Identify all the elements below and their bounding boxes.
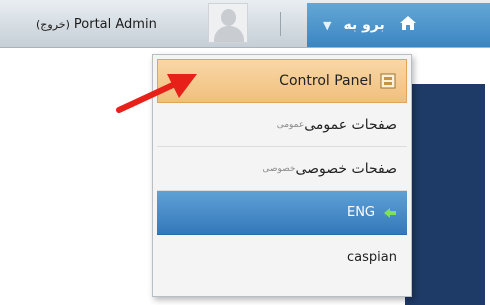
goto-menu-button[interactable]: ▼ برو به bbox=[307, 3, 490, 47]
menu-item-label: صفحات خصوصی bbox=[295, 160, 398, 177]
avatar[interactable] bbox=[208, 3, 248, 43]
menu-item-label: caspian bbox=[347, 249, 397, 265]
page-content-panel bbox=[405, 84, 485, 305]
menu-item-private-pages[interactable]: خصوصی صفحات خصوصی bbox=[157, 147, 407, 191]
chevron-down-icon: ▼ bbox=[323, 18, 332, 32]
avatar-head bbox=[221, 9, 236, 26]
divider bbox=[280, 12, 281, 36]
home-icon bbox=[399, 15, 417, 35]
user-link[interactable]: (خروج) Portal Admin bbox=[36, 0, 157, 48]
control-panel-icon bbox=[380, 73, 396, 89]
logout-link[interactable]: (خروج) bbox=[36, 18, 70, 31]
top-bar: (خروج) Portal Admin ▼ برو به bbox=[0, 0, 490, 48]
arrow-left-icon bbox=[383, 207, 397, 219]
user-name[interactable]: Portal Admin bbox=[74, 17, 157, 32]
menu-item-label: صفحات عمومی bbox=[304, 116, 397, 133]
goto-label: برو به bbox=[343, 17, 385, 33]
menu-item-caspian[interactable]: caspian bbox=[157, 235, 407, 279]
red-arrow-icon bbox=[116, 74, 197, 113]
menu-item-label: ENG bbox=[346, 205, 375, 220]
menu-item-label: Control Panel bbox=[279, 73, 372, 89]
menu-item-language-eng[interactable]: ENG bbox=[157, 191, 407, 235]
menu-item-sublabel: عمومی bbox=[276, 119, 305, 130]
menu-item-sublabel: خصوصی bbox=[262, 163, 296, 174]
avatar-body bbox=[214, 26, 244, 42]
